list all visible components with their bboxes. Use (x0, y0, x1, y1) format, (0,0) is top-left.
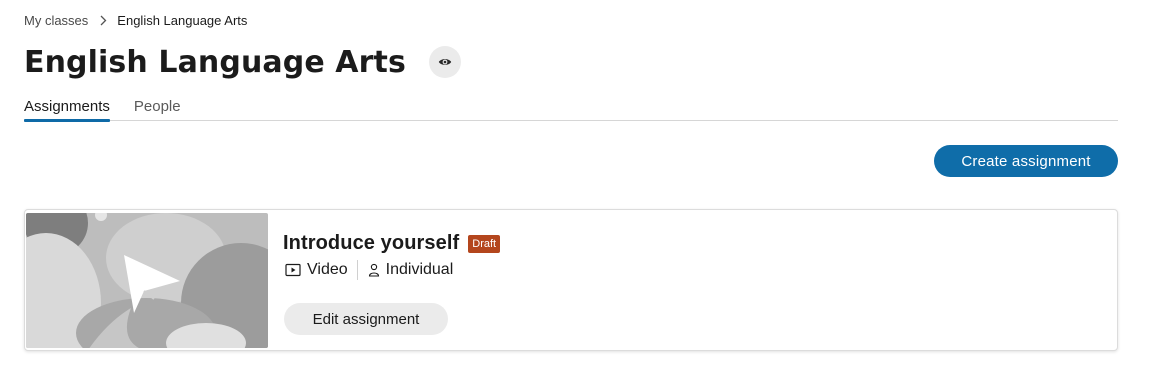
breadcrumb-my-classes[interactable]: My classes (24, 13, 88, 28)
create-assignment-button[interactable]: Create assignment (934, 145, 1118, 177)
assignment-title[interactable]: Introduce yourself (283, 232, 459, 255)
card-title-row: Introduce yourself Draft (283, 232, 501, 255)
meta-divider (356, 260, 358, 280)
chevron-right-icon (99, 15, 107, 26)
edit-assignment-button[interactable]: Edit assignment (284, 303, 448, 335)
assignment-type-label: Video (307, 261, 348, 278)
eye-icon (438, 57, 452, 67)
assignment-group: Individual (368, 261, 454, 279)
tab-people[interactable]: People (134, 96, 181, 121)
title-row: English Language Arts (24, 42, 461, 82)
person-icon (368, 263, 380, 277)
breadcrumb: My classes English Language Arts (24, 11, 247, 29)
tab-assignments[interactable]: Assignments (24, 96, 110, 122)
page-title: English Language Arts (24, 44, 406, 80)
status-badge: Draft (468, 234, 501, 253)
assignment-thumbnail[interactable] (26, 213, 268, 348)
tab-bar: Assignments People (24, 96, 1118, 122)
visibility-button[interactable] (428, 46, 461, 78)
assignment-meta: Video Individual (285, 260, 453, 280)
assignment-card[interactable]: Introduce yourself Draft Video Individua… (24, 209, 1118, 351)
assignment-type: Video (285, 261, 348, 279)
video-icon (285, 263, 301, 277)
play-thumbnail-image (26, 213, 268, 348)
breadcrumb-current: English Language Arts (117, 12, 248, 28)
class-page: My classes English Language Arts English… (0, 0, 1167, 371)
assignment-group-label: Individual (385, 261, 454, 278)
